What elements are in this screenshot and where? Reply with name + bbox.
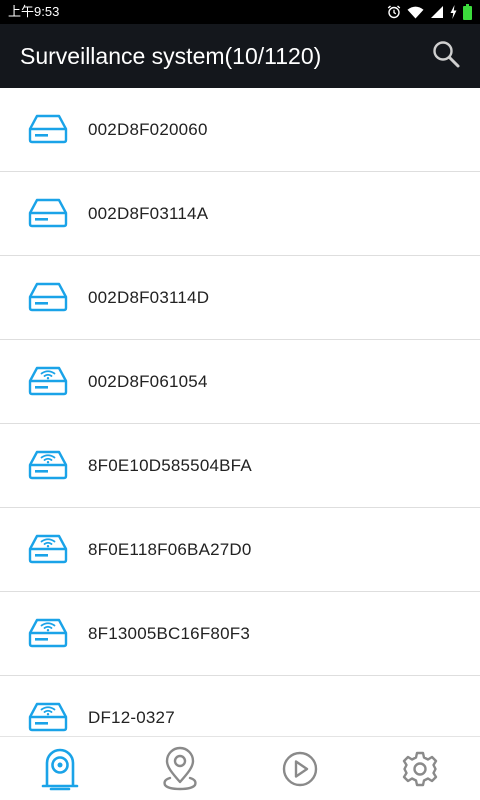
device-name: 002D8F03114A xyxy=(88,204,209,223)
device-row[interactable]: 002D8F020060 xyxy=(0,88,480,172)
device-row[interactable]: 8F0E10D585504BFA xyxy=(0,424,480,508)
search-button[interactable] xyxy=(428,38,464,74)
gear-icon xyxy=(400,749,440,789)
nav-location[interactable] xyxy=(120,737,240,800)
status-icons xyxy=(387,3,472,21)
battery-icon xyxy=(463,4,472,20)
search-icon xyxy=(431,39,461,74)
dvr-wifi-icon xyxy=(27,700,69,734)
dvr-icon xyxy=(27,280,69,314)
app-header: Surveillance system(10/1120) xyxy=(0,24,480,88)
wifi-icon xyxy=(407,6,424,19)
dvr-icon xyxy=(27,196,69,230)
nav-live-view[interactable] xyxy=(0,737,120,800)
signal-icon xyxy=(430,5,444,19)
device-row[interactable]: 002D8F03114A xyxy=(0,172,480,256)
dvr-wifi-icon xyxy=(27,616,69,650)
device-name: 002D8F061054 xyxy=(88,372,208,391)
status-time: 上午9:53 xyxy=(8,4,60,19)
device-row[interactable]: 8F0E118F06BA27D0 xyxy=(0,508,480,592)
page-title: Surveillance system(10/1120) xyxy=(20,43,322,69)
device-row[interactable]: 002D8F03114D xyxy=(0,256,480,340)
device-name: 002D8F020060 xyxy=(88,120,208,139)
playback-icon xyxy=(280,749,320,789)
device-name: DF12-0327 xyxy=(88,708,175,727)
status-bar: 上午9:53 xyxy=(0,0,480,24)
device-name: 8F0E10D585504BFA xyxy=(88,456,252,475)
dvr-wifi-icon xyxy=(27,532,69,566)
device-list[interactable]: 002D8F020060 002D8F03114A 002D8F03114D 0… xyxy=(0,88,480,736)
dvr-wifi-icon xyxy=(27,364,69,398)
device-name: 002D8F03114D xyxy=(88,288,210,307)
camera-icon xyxy=(40,745,80,793)
device-name: 8F0E118F06BA27D0 xyxy=(88,540,252,559)
device-row[interactable]: DF12-0327 xyxy=(0,676,480,736)
device-name: 8F13005BC16F80F3 xyxy=(88,624,250,643)
location-pin-icon xyxy=(160,746,200,792)
dvr-icon xyxy=(27,112,69,146)
nav-settings[interactable] xyxy=(360,737,480,800)
device-row[interactable]: 8F13005BC16F80F3 xyxy=(0,592,480,676)
alarm-icon xyxy=(387,5,401,19)
dvr-wifi-icon xyxy=(27,448,69,482)
bottom-nav xyxy=(0,736,480,800)
charging-icon xyxy=(450,5,457,19)
app-screen: 上午9:53 Surveillance system(10/1120) 002D… xyxy=(0,0,480,800)
device-row[interactable]: 002D8F061054 xyxy=(0,340,480,424)
nav-playback[interactable] xyxy=(240,737,360,800)
